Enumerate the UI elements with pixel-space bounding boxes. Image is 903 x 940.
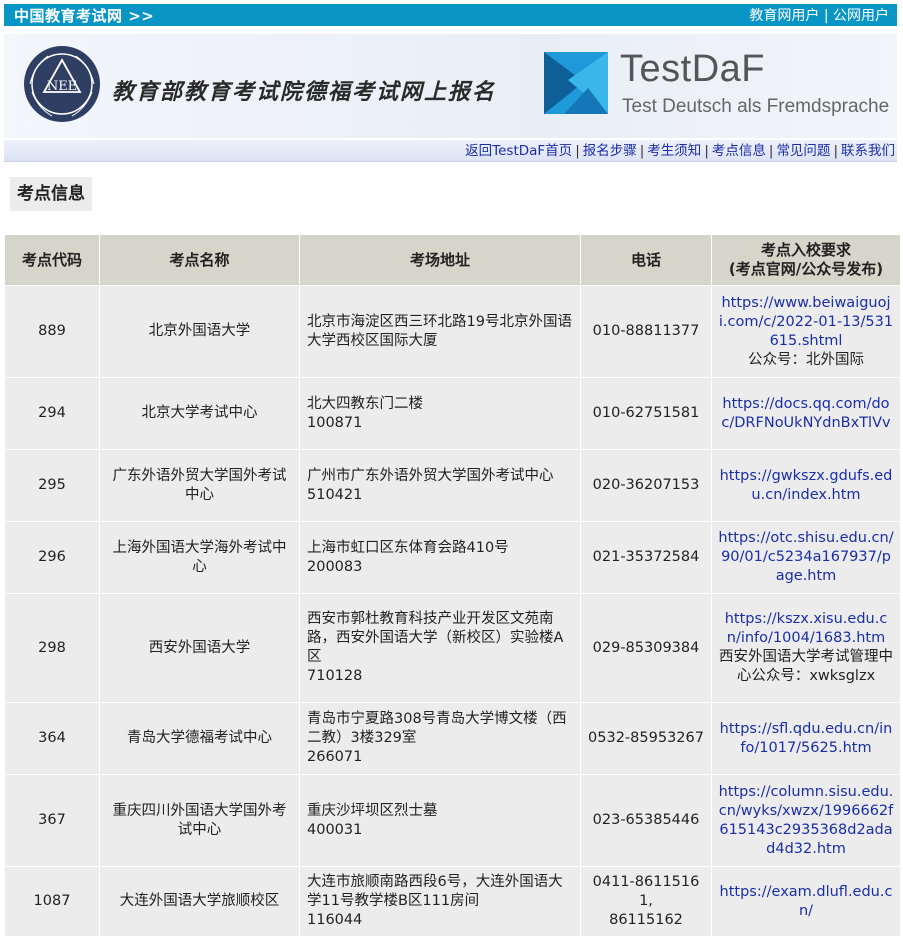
cell-name: 北京外国语大学 xyxy=(99,285,300,378)
cell-phone: 029-85309384 xyxy=(580,593,712,703)
nee-logo-icon: NEE xyxy=(24,46,100,122)
cell-requirements: https://kszx.xisu.edu.cn/info/1004/1683.… xyxy=(711,593,901,703)
testdaf-logo-icon xyxy=(544,52,608,114)
table-row: 889 北京外国语大学 北京市海淀区西三环北路19号北京外国语大学西校区国际大厦 01… xyxy=(4,285,901,378)
user-links: 教育网用户 | 公网用户 xyxy=(749,5,889,25)
cell-code: 295 xyxy=(4,449,100,522)
cell-name: 重庆四川外国语大学国外考试中心 xyxy=(99,774,300,867)
nav-steps[interactable]: 报名步骤 xyxy=(583,143,637,159)
cell-name: 上海外国语大学海外考试中心 xyxy=(99,521,300,594)
cell-phone: 010-62751581 xyxy=(580,377,712,450)
nav-bar: 返回TestDaF首页 | 报名步骤 | 考生须知 | 考点信息 | 常见问题 | 联系我们 xyxy=(4,140,897,162)
nav-sep: | xyxy=(575,143,580,159)
requirements-link[interactable]: https://otc.shisu.edu.cn/90/01/c5234a167… xyxy=(718,530,893,584)
header-banner: NEE 教育部教育考试院德福考试网上报名 TestDaF Test Deutsc… xyxy=(4,34,897,138)
requirements-link[interactable]: https://sfl.qdu.edu.cn/info/1017/5625.ht… xyxy=(720,721,893,756)
nav-sep: | xyxy=(768,143,774,159)
cell-phone: 0411-86115161, 86115162 xyxy=(580,866,712,937)
header-code: 考点代码 xyxy=(4,234,100,286)
cell-phone: 023-65385446 xyxy=(580,774,712,867)
requirements-note: 西安外国语大学考试管理中心公众号：xwksglzx xyxy=(719,649,893,684)
requirements-link[interactable]: https://exam.dlufl.edu.cn/ xyxy=(720,884,893,919)
test-center-table: 考点代码 考点名称 考场地址 电话 考点入校要求 (考点官网/公众号发布) 88… xyxy=(4,234,901,937)
public-user-link[interactable]: 公网用户 xyxy=(833,8,889,24)
cell-code: 367 xyxy=(4,774,100,867)
cell-name: 青岛大学德福考试中心 xyxy=(99,702,300,775)
cell-name: 广东外语外贸大学国外考试中心 xyxy=(99,449,300,522)
table-row: 367 重庆四川外国语大学国外考试中心 重庆沙坪坝区烈士墓 400031 023-65… xyxy=(4,774,901,867)
cell-phone: 020-36207153 xyxy=(580,449,712,522)
cell-address: 重庆沙坪坝区烈士墓 400031 xyxy=(299,774,581,867)
divider: | xyxy=(823,8,829,24)
requirements-link[interactable]: https://docs.qq.com/doc/DRFNoUkNYdnBxTlV… xyxy=(721,396,890,431)
nav-home[interactable]: 返回TestDaF首页 xyxy=(465,143,572,159)
cell-address: 西安市郭杜教育科技产业开发区文苑南路，西安外国语大学（新校区）实验楼A区 710… xyxy=(299,593,581,703)
nav-contact[interactable]: 联系我们 xyxy=(841,143,895,159)
table-row: 296 上海外国语大学海外考试中心 上海市虹口区东体育会路410号 200083 02… xyxy=(4,521,901,594)
requirements-link[interactable]: https://kszx.xisu.edu.cn/info/1004/1683.… xyxy=(725,611,888,646)
edu-user-link[interactable]: 教育网用户 xyxy=(749,8,819,24)
cell-code: 296 xyxy=(4,521,100,594)
cell-code: 889 xyxy=(4,285,100,378)
cell-requirements: https://gwkszx.gdufs.edu.cn/index.htm xyxy=(711,449,901,522)
banner-title: 教育部教育考试院德福考试网上报名 xyxy=(112,79,497,105)
cell-requirements: https://exam.dlufl.edu.cn/ xyxy=(711,866,901,937)
cell-code: 298 xyxy=(4,593,100,703)
cell-address: 北大四教东门二楼 100871 xyxy=(299,377,581,450)
cell-requirements: https://docs.qq.com/doc/DRFNoUkNYdnBxTlV… xyxy=(711,377,901,450)
table-row: 298 西安外国语大学 西安市郭杜教育科技产业开发区文苑南路，西安外国语大学（新校区… xyxy=(4,593,901,703)
cell-phone: 021-35372584 xyxy=(580,521,712,594)
cell-requirements: https://www.beiwaiguoji.com/c/2022-01-13… xyxy=(711,285,901,378)
nav-sep: | xyxy=(704,143,709,159)
nee-logo-text: NEE xyxy=(47,79,77,94)
cell-phone: 0532-85953267 xyxy=(580,702,712,775)
cell-address: 青岛市宁夏路308号青岛大学博文楼（西二教）3楼329室 266071 xyxy=(299,702,581,775)
cell-requirements: https://otc.shisu.edu.cn/90/01/c5234a167… xyxy=(711,521,901,594)
table-header-row: 考点代码 考点名称 考场地址 电话 考点入校要求 (考点官网/公众号发布) xyxy=(4,234,901,286)
cell-address: 大连市旅顺南路西段6号，大连外国语大学11号教学楼B区111房间 116044 xyxy=(299,866,581,937)
page-title: 考点信息 xyxy=(10,177,92,211)
header-address: 考场地址 xyxy=(299,234,581,286)
header-phone: 电话 xyxy=(580,234,712,286)
header-requirements: 考点入校要求 (考点官网/公众号发布) xyxy=(711,234,901,286)
testdaf-subtitle: Test Deutsch als Fremdsprache xyxy=(622,96,890,117)
top-bar: 中国教育考试网 >> 教育网用户 | 公网用户 xyxy=(4,4,897,26)
cell-address: 北京市海淀区西三环北路19号北京外国语大学西校区国际大厦 xyxy=(299,285,581,378)
cell-code: 364 xyxy=(4,702,100,775)
requirements-note: 公众号：北外国际 xyxy=(748,351,864,368)
cell-requirements: https://sfl.qdu.edu.cn/info/1017/5625.ht… xyxy=(711,702,901,775)
cell-phone: 010-88811377 xyxy=(580,285,712,378)
testdaf-name: TestDaF xyxy=(620,48,765,90)
nav-centers[interactable]: 考点信息 xyxy=(712,143,766,159)
nav-sep: | xyxy=(639,143,645,159)
table-row: 295 广东外语外贸大学国外考试中心 广州市广东外语外贸大学国外考试中心 51042… xyxy=(4,449,901,522)
cell-name: 北京大学考试中心 xyxy=(99,377,300,450)
cell-name: 大连外国语大学旅顺校区 xyxy=(99,866,300,937)
requirements-link[interactable]: https://gwkszx.gdufs.edu.cn/index.htm xyxy=(720,468,893,503)
cell-name: 西安外国语大学 xyxy=(99,593,300,703)
nav-faq[interactable]: 常见问题 xyxy=(776,143,830,159)
requirements-link[interactable]: https://column.sisu.edu.cn/wyks/xwzx/199… xyxy=(719,784,894,857)
nav-sep: | xyxy=(833,143,838,159)
header-name: 考点名称 xyxy=(99,234,300,286)
cell-address: 上海市虹口区东体育会路410号 200083 xyxy=(299,521,581,594)
cell-requirements: https://column.sisu.edu.cn/wyks/xwzx/199… xyxy=(711,774,901,867)
table-row: 364 青岛大学德福考试中心 青岛市宁夏路308号青岛大学博文楼（西二教）3楼329… xyxy=(4,702,901,775)
table-row: 294 北京大学考试中心 北大四教东门二楼 100871 010-62751581 ht… xyxy=(4,377,901,450)
cell-address: 广州市广东外语外贸大学国外考试中心 510421 xyxy=(299,449,581,522)
cell-code: 1087 xyxy=(4,866,100,937)
cell-code: 294 xyxy=(4,377,100,450)
table-row: 1087 大连外国语大学旅顺校区 大连市旅顺南路西段6号，大连外国语大学11号教学楼… xyxy=(4,866,901,937)
site-link[interactable]: 中国教育考试网 >> xyxy=(14,5,154,26)
nav-notice[interactable]: 考生须知 xyxy=(647,143,701,159)
requirements-link[interactable]: https://www.beiwaiguoji.com/c/2022-01-13… xyxy=(719,295,893,349)
